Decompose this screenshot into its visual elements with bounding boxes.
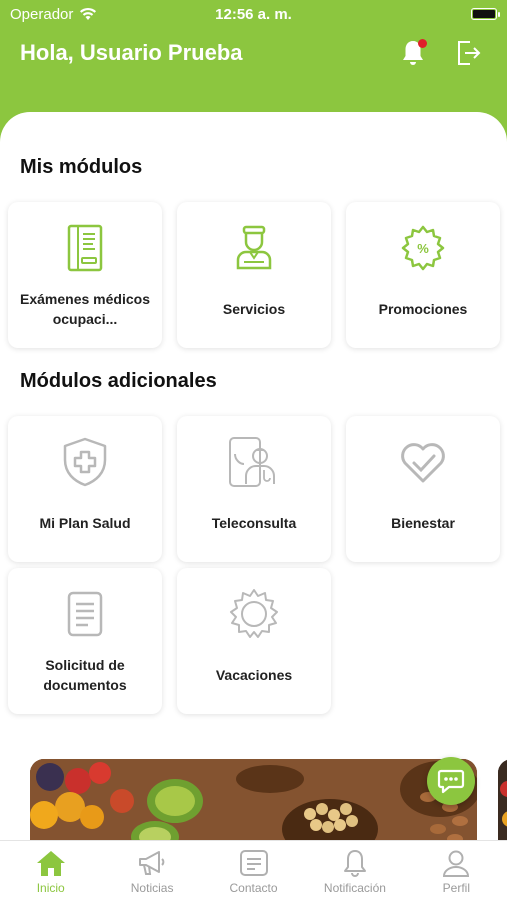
promotion-badge-icon: % [401, 225, 445, 271]
medical-exam-icon [67, 224, 103, 272]
module-label: Servicios [222, 301, 286, 318]
module-card-examenes[interactable]: Exámenes médicos ocupaci... [8, 202, 162, 348]
tab-perfil[interactable]: Perfil [406, 841, 507, 900]
status-left: Operador [10, 6, 97, 23]
module-card-solicitud-documentos[interactable]: Solicitud de documentos [8, 568, 162, 714]
tab-notificacion[interactable]: Notificación [304, 841, 405, 900]
heart-check-icon [401, 443, 445, 483]
healthy-food-image [30, 759, 477, 840]
notification-button[interactable] [395, 35, 431, 71]
promo-banner[interactable] [30, 759, 477, 840]
module-label: Teleconsulta [211, 515, 297, 532]
service-worker-icon [236, 225, 272, 270]
module-label: Vacaciones [215, 667, 293, 684]
tab-label: Notificación [323, 881, 386, 895]
chat-button[interactable] [427, 757, 475, 805]
bell-icon [343, 850, 366, 877]
tab-label: Perfil [442, 881, 470, 895]
module-card-promociones[interactable]: % Promociones [346, 202, 500, 348]
module-label: Bienestar [391, 515, 455, 532]
home-icon [36, 851, 65, 876]
module-label: Mi Plan Salud [39, 515, 131, 532]
logout-button[interactable] [451, 35, 487, 71]
tab-label: Noticias [130, 881, 174, 895]
logout-icon [458, 41, 481, 65]
module-label: Promociones [378, 301, 468, 318]
document-icon [67, 591, 103, 637]
section-title-mis-modulos: Mis módulos [20, 156, 143, 178]
module-label: Exámenes médicos ocupaci... [20, 291, 150, 327]
battery-icon [471, 8, 500, 20]
shield-plus-icon [63, 437, 107, 487]
promo-banner-next[interactable] [498, 759, 507, 840]
section-title-modulos-adicionales: Módulos adicionales [20, 370, 217, 392]
tab-noticias[interactable]: Noticias [101, 841, 202, 900]
module-card-bienestar[interactable]: Bienestar [346, 416, 500, 562]
teleconsult-doctor-icon [229, 437, 275, 487]
tab-bar: Inicio Noticias Contacto Notificación Pe… [0, 840, 507, 900]
wifi-icon [80, 7, 97, 20]
sun-icon [230, 589, 278, 638]
module-label: Solicitud de documentos [43, 657, 127, 693]
module-card-servicios[interactable]: Servicios [177, 202, 331, 348]
main-content: Mis módulos Exámenes médicos ocupaci... … [0, 112, 507, 840]
status-bar: Operador 12:56 a. m. [0, 0, 507, 28]
module-card-vacaciones[interactable]: Vacaciones [177, 568, 331, 714]
carrier-label: Operador [10, 5, 74, 23]
notification-dot [418, 39, 427, 48]
chat-bubble-icon [437, 769, 465, 794]
contact-form-icon [239, 850, 268, 876]
module-card-mi-plan-salud[interactable]: Mi Plan Salud [8, 416, 162, 562]
svg-text:%: % [417, 241, 429, 256]
tab-inicio[interactable]: Inicio [0, 841, 101, 900]
header: Hola, Usuario Prueba [0, 28, 507, 78]
tab-label: Contacto [229, 881, 278, 895]
greeting-title: Hola, Usuario Prueba [20, 40, 243, 65]
megaphone-icon [139, 851, 165, 875]
tab-label: Inicio [36, 881, 65, 895]
user-icon [443, 850, 470, 877]
module-card-teleconsulta[interactable]: Teleconsulta [177, 416, 331, 562]
tab-contacto[interactable]: Contacto [203, 841, 304, 900]
